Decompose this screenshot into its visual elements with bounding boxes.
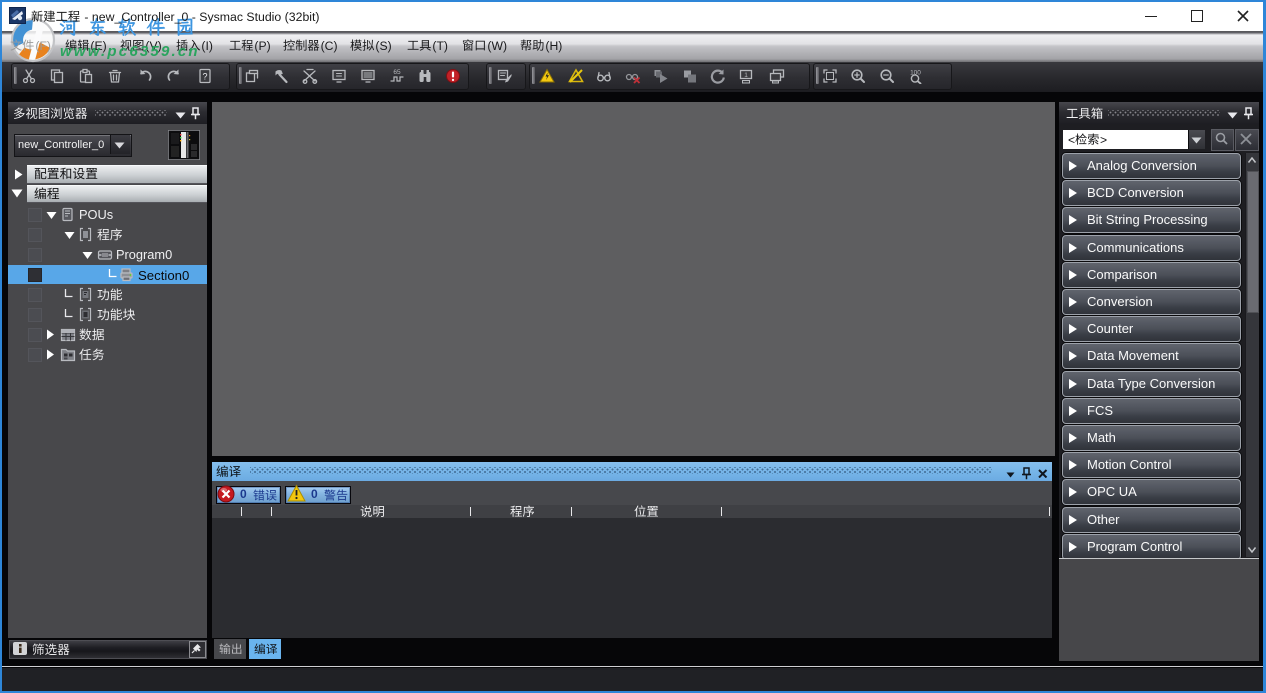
svg-text:?: ? [202,72,207,82]
svg-text:65: 65 [393,69,401,76]
svg-text:1: 1 [744,72,748,79]
